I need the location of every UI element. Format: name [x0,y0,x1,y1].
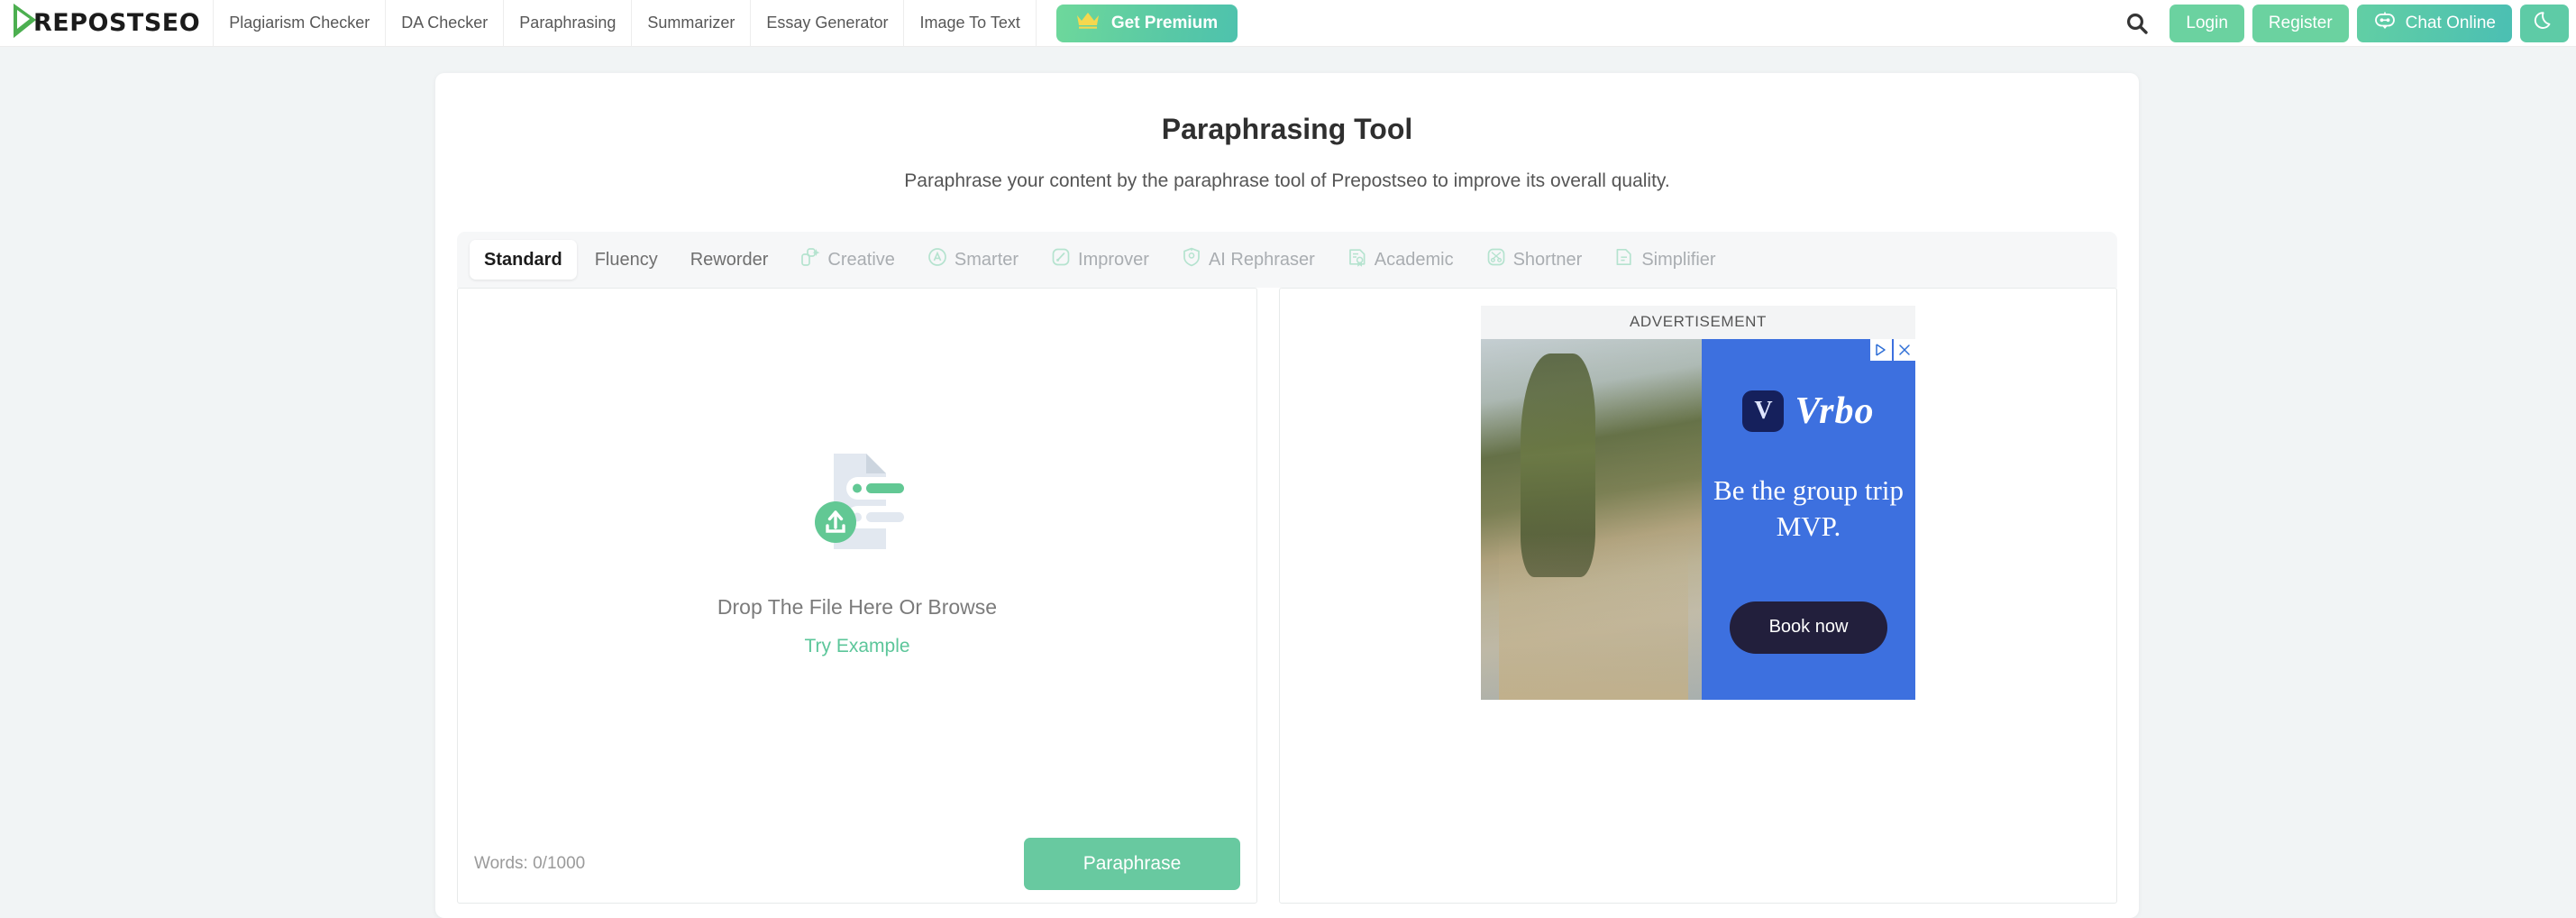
scissors-icon [1486,247,1506,272]
advertisement-controls [1870,339,1915,361]
advertisement-brand-name: Vrbo [1795,390,1875,432]
dark-mode-toggle[interactable] [2520,4,2569,42]
dropzone-text: Drop The File Here Or Browse [717,594,998,619]
tab-shortner[interactable]: Shortner [1472,240,1597,280]
premium-area: Get Premium [1037,4,1238,42]
sparkle-layers-icon [800,247,820,272]
crown-icon [1076,12,1100,34]
nav-item-plagiarism-checker[interactable]: Plagiarism Checker [213,0,385,47]
get-premium-button[interactable]: Get Premium [1055,4,1238,42]
file-upload-icon [798,448,917,559]
site-logo[interactable]: REPOSTSEO [0,0,213,47]
moon-icon [2533,9,2556,38]
tab-ai-rephraser[interactable]: AI Rephraser [1167,240,1329,280]
output-panel: ADVERTISEMENT V Vrbo Be the group trip M… [1279,288,2117,904]
tab-standard-label: Standard [484,249,562,270]
word-counter: Words: 0/1000 [474,854,586,873]
tab-academic-label: Academic [1374,249,1454,270]
circle-a-icon [927,247,947,272]
main-nav: Plagiarism Checker DA Checker Paraphrasi… [213,0,1037,47]
search-icon[interactable] [2105,0,2170,47]
nav-item-da-checker[interactable]: DA Checker [385,0,503,47]
tab-academic[interactable]: Academic [1333,240,1468,280]
nav-item-summarizer[interactable]: Summarizer [631,0,750,47]
paraphrase-button[interactable]: Paraphrase [1024,838,1240,890]
shield-gear-icon [1182,247,1201,272]
login-button[interactable]: Login [2170,4,2244,42]
nav-item-paraphrasing[interactable]: Paraphrasing [503,0,631,47]
tab-standard[interactable]: Standard [470,240,577,280]
paraphrasing-tool-card: Paraphrasing Tool Paraphrase your conten… [435,73,2139,918]
input-panel: Drop The File Here Or Browse Try Example… [457,288,1257,904]
page-title: Paraphrasing Tool [1161,113,1413,145]
close-icon[interactable] [1894,339,1915,361]
advertisement-brand: V Vrbo [1742,390,1874,433]
tab-ai-rephraser-label: AI Rephraser [1208,249,1315,270]
advertisement-headline: Be the group trip MVP. [1713,474,1904,543]
tab-smarter[interactable]: Smarter [913,240,1033,280]
site-logo-text: REPOSTSEO [33,9,201,37]
get-premium-label: Get Premium [1110,13,1219,32]
tab-fluency[interactable]: Fluency [580,240,672,280]
tab-reworder-label: Reworder [690,249,769,270]
chat-online-button[interactable]: Chat Online [2356,4,2512,42]
rounded-square-pen-icon [1051,247,1071,272]
document-lines-icon [1614,247,1634,272]
document-award-icon [1347,247,1367,272]
nav-item-essay-generator[interactable]: Essay Generator [750,0,903,47]
tool-panels: Drop The File Here Or Browse Try Example… [457,288,2117,904]
file-dropzone[interactable]: Drop The File Here Or Browse Try Example [458,289,1256,903]
tab-improver-label: Improver [1078,249,1149,270]
page-subtitle: Paraphrase your content by the paraphras… [904,170,1670,191]
tab-simplifier-label: Simplifier [1641,249,1716,270]
advertisement-cta-button[interactable]: Book now [1729,601,1888,654]
tab-improver[interactable]: Improver [1037,240,1164,280]
advertisement-copy: V Vrbo Be the group trip MVP. Book now [1702,339,1915,700]
editor-footer: Words: 0/1000 Paraphrase [458,825,1256,903]
register-button[interactable]: Register [2252,4,2349,42]
chat-bot-icon [2373,12,2397,35]
advertisement-banner[interactable]: V Vrbo Be the group trip MVP. Book now [1481,339,1915,700]
tab-fluency-label: Fluency [594,249,658,270]
site-header: REPOSTSEO Plagiarism Checker DA Checker … [0,0,2576,47]
advertisement-photo [1481,339,1702,700]
vrbo-logo-icon: V [1742,390,1785,432]
tab-creative[interactable]: Creative [786,240,909,280]
advertisement-container: ADVERTISEMENT V Vrbo Be the group trip M… [1481,306,1915,700]
try-example-link[interactable]: Try Example [804,636,909,657]
tab-simplifier[interactable]: Simplifier [1600,240,1730,280]
ad-choices-icon[interactable] [1870,339,1892,361]
tab-shortner-label: Shortner [1512,249,1583,270]
header-actions: Login Register Chat Online [2105,0,2576,47]
tab-smarter-label: Smarter [954,249,1019,270]
chat-online-label: Chat Online [2405,13,2496,32]
nav-item-image-to-text[interactable]: Image To Text [903,0,1037,47]
mode-tabbar: Standard Fluency Reworder Creative Smart… [457,232,2117,288]
advertisement-label: ADVERTISEMENT [1481,306,1915,339]
tab-creative-label: Creative [827,249,895,270]
tab-reworder[interactable]: Reworder [676,240,783,280]
